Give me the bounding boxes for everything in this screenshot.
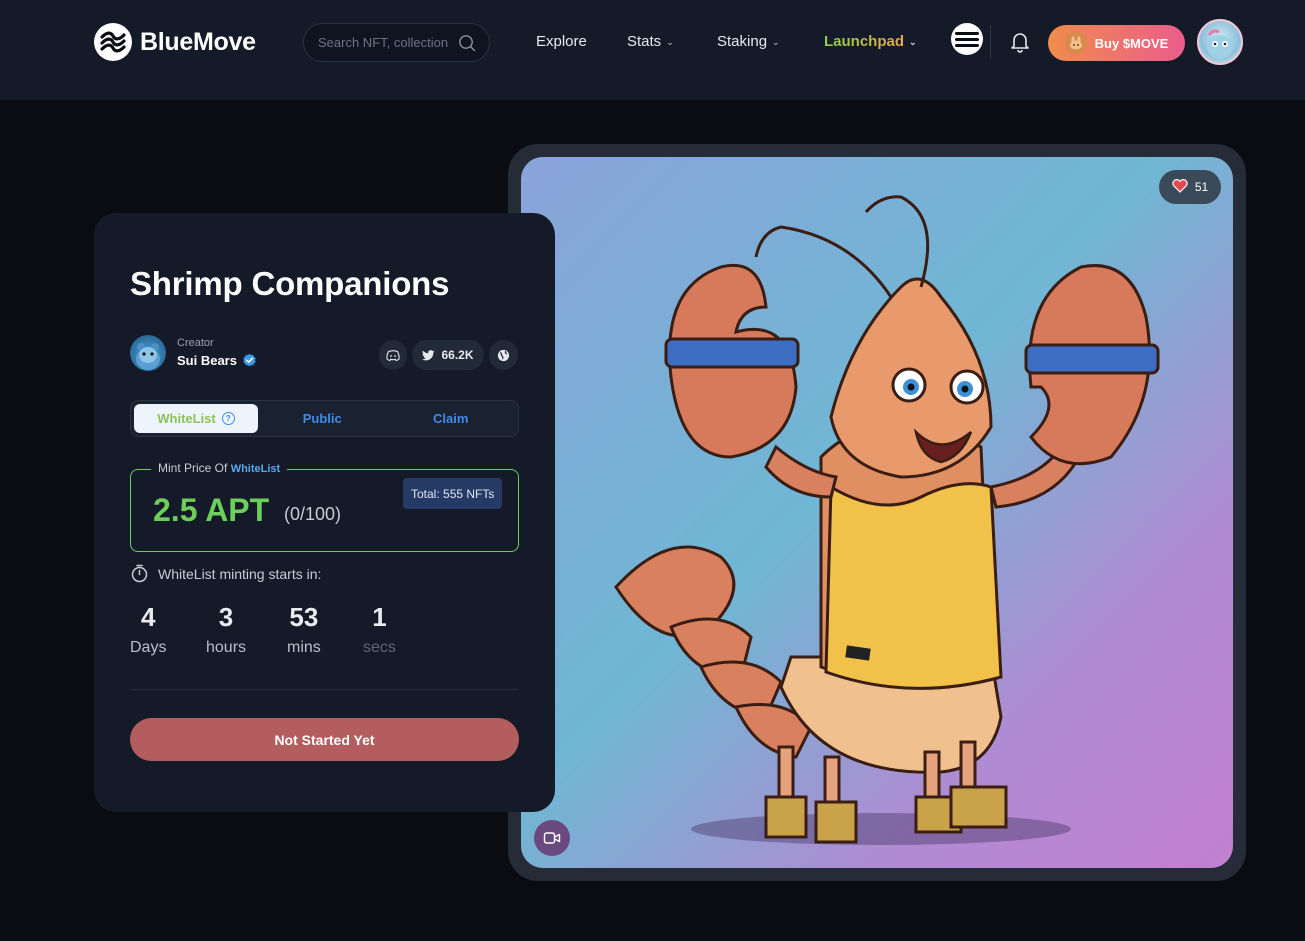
verified-badge-icon bbox=[242, 353, 257, 368]
tab-public[interactable]: Public bbox=[258, 404, 387, 433]
search-icon[interactable] bbox=[457, 33, 477, 53]
countdown-hours-unit: hours bbox=[206, 639, 247, 656]
nav-launchpad[interactable]: Launchpad ⌄ bbox=[824, 33, 917, 50]
countdown-days: 4 Days bbox=[130, 602, 166, 657]
creator-label: Creator bbox=[177, 337, 214, 349]
mint-status-button[interactable]: Not Started Yet bbox=[130, 718, 519, 761]
mint-phase-tabs: WhiteList ? Public Claim bbox=[130, 400, 519, 437]
search-input[interactable] bbox=[318, 35, 454, 50]
countdown-mins: 53 mins bbox=[287, 602, 321, 657]
mint-price-box: Mint Price Of WhiteList 2.5 APT (0/100) … bbox=[130, 461, 519, 552]
twitter-follower-count: 66.2K bbox=[441, 348, 474, 362]
nav-explore[interactable]: Explore bbox=[536, 33, 587, 50]
like-button[interactable]: 51 bbox=[1159, 170, 1221, 204]
countdown-mins-unit: mins bbox=[287, 639, 321, 656]
globe-icon bbox=[497, 349, 510, 361]
creator-name[interactable]: Sui Bears bbox=[177, 353, 257, 368]
discord-link[interactable] bbox=[379, 340, 407, 370]
nav-staking-label: Staking bbox=[717, 33, 768, 50]
countdown-header: WhiteList minting starts in: bbox=[130, 564, 321, 583]
search-box[interactable] bbox=[303, 23, 490, 62]
tab-claim-label: Claim bbox=[433, 411, 469, 426]
total-nfts-badge: Total: 555 NFTs bbox=[403, 478, 503, 509]
video-toggle-button[interactable] bbox=[534, 820, 570, 856]
tab-claim[interactable]: Claim bbox=[387, 404, 516, 433]
twitter-link[interactable]: 66.2K bbox=[412, 340, 484, 370]
collection-title: Shrimp Companions bbox=[130, 265, 450, 302]
tab-whitelist-label: WhiteList bbox=[157, 411, 216, 426]
mint-price-value: 2.5 APT bbox=[153, 492, 270, 528]
countdown-mins-value: 53 bbox=[289, 602, 319, 632]
discord-icon bbox=[386, 349, 400, 361]
countdown-secs-value: 1 bbox=[372, 602, 387, 632]
countdown-secs: 1 secs bbox=[363, 602, 396, 657]
buy-move-label: Buy $MOVE bbox=[1094, 35, 1169, 51]
website-link[interactable] bbox=[489, 340, 518, 370]
creator-avatar[interactable] bbox=[130, 335, 166, 371]
nav-stats[interactable]: Stats ⌄ bbox=[627, 33, 674, 50]
help-icon[interactable]: ? bbox=[221, 412, 235, 425]
user-avatar[interactable] bbox=[1197, 19, 1243, 65]
mint-price-legend-phase: WhiteList bbox=[230, 463, 281, 475]
tab-whitelist[interactable]: WhiteList ? bbox=[134, 404, 258, 433]
stopwatch-icon bbox=[130, 564, 149, 583]
brand-logo[interactable]: BlueMove bbox=[94, 23, 256, 61]
buy-move-button[interactable]: Buy $MOVE bbox=[1048, 25, 1185, 61]
notification-bell-icon[interactable] bbox=[1008, 29, 1032, 55]
header-divider bbox=[990, 25, 991, 59]
card-divider bbox=[130, 689, 519, 690]
nav-staking[interactable]: Staking ⌄ bbox=[717, 33, 780, 50]
nav-explore-label: Explore bbox=[536, 33, 587, 50]
heart-icon bbox=[1172, 178, 1188, 196]
countdown-hours: 3 hours bbox=[206, 602, 246, 657]
pancakeswap-bunny-icon bbox=[1064, 32, 1087, 54]
chevron-down-icon: ⌄ bbox=[909, 37, 917, 47]
brand-name: BlueMove bbox=[140, 27, 256, 56]
creator-name-text: Sui Bears bbox=[177, 353, 237, 368]
countdown-hours-value: 3 bbox=[218, 602, 234, 632]
countdown-days-unit: Days bbox=[130, 639, 167, 656]
twitter-icon bbox=[422, 349, 435, 360]
countdown-days-value: 4 bbox=[140, 602, 156, 632]
mint-price-legend: Mint Price Of WhiteList bbox=[151, 461, 288, 475]
tab-public-label: Public bbox=[302, 411, 342, 426]
chevron-down-icon: ⌄ bbox=[772, 37, 780, 47]
like-count: 51 bbox=[1194, 180, 1209, 194]
network-selector-icon[interactable] bbox=[951, 23, 983, 55]
chevron-down-icon: ⌄ bbox=[666, 37, 674, 47]
countdown-label: WhiteList minting starts in: bbox=[158, 565, 322, 582]
top-navbar: BlueMove Explore Stats ⌄ Staking ⌄ Launc… bbox=[0, 0, 1305, 100]
minted-count: (0/100) bbox=[284, 504, 342, 524]
nav-launchpad-label: Launchpad bbox=[824, 33, 905, 50]
nft-artwork-image[interactable] bbox=[521, 157, 1233, 868]
mint-info-card: Shrimp Companions Creator Sui Bears 66.2… bbox=[94, 213, 555, 812]
bluemove-logo-icon bbox=[94, 23, 132, 61]
countdown-secs-unit: secs bbox=[363, 639, 396, 656]
nav-stats-label: Stats bbox=[627, 33, 662, 50]
video-camera-icon bbox=[543, 832, 561, 844]
mint-price-legend-prefix: Mint Price Of bbox=[158, 461, 228, 475]
